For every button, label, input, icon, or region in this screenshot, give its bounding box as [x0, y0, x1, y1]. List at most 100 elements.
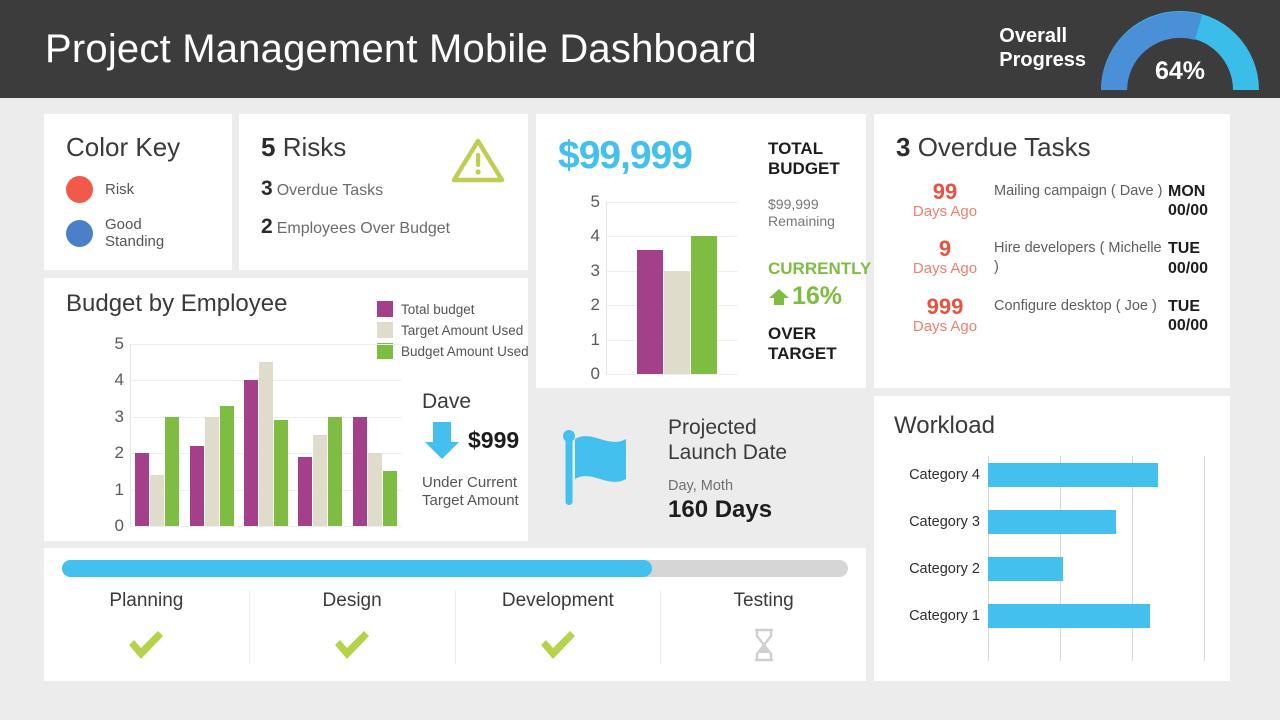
- total-budget-label-line2: BUDGET: [768, 158, 840, 178]
- budget-by-employee-card: Budget by Employee Total budget Target A…: [44, 278, 529, 541]
- overdue-due-day: TUE: [1168, 240, 1200, 258]
- workload-category-label: Category 1: [909, 608, 980, 624]
- workload-category-label: Category 2: [909, 561, 980, 577]
- check-icon: [44, 626, 249, 664]
- bar: [382, 471, 397, 526]
- callout-subtext-line2: Target Amount: [422, 492, 519, 510]
- phase-progress-track[interactable]: [62, 560, 848, 577]
- total-budget-amount: $99,999: [558, 134, 693, 177]
- risks-overdue-label: Overdue Tasks: [276, 182, 384, 199]
- callout-amount-row: $999: [422, 418, 552, 462]
- budget-callout: Dave $999 Under Current Target Amount: [422, 390, 552, 511]
- workload-bar: [988, 604, 1150, 628]
- flag-icon: [560, 427, 646, 514]
- over-target-label: OVER TARGET: [768, 324, 837, 363]
- legend-label-total-budget: Total budget: [401, 301, 475, 317]
- overdue-task-row[interactable]: 9 Days Ago Hire developers ( Michelle ) TUE…: [896, 237, 1230, 277]
- total-budget-chart: 5 4 3 2 1 0: [578, 192, 738, 383]
- overdue-days-label: Days Ago: [912, 317, 978, 335]
- budget-chart-y-axis: 5 4 3 2 1 0: [102, 334, 124, 535]
- overdue-task-name: Hire developers ( Michelle ): [994, 240, 1162, 276]
- bar: [204, 416, 219, 526]
- budget-chart-plot: [130, 344, 402, 527]
- overdue-days-label: Days Ago: [912, 203, 978, 221]
- y-tick-label: 2: [114, 443, 124, 463]
- risks-over-budget-count: 2: [261, 215, 273, 238]
- total-budget-y-axis: 5 4 3 2 1 0: [578, 192, 600, 383]
- bar-group: [352, 344, 397, 526]
- launch-title-line2: Launch Date: [668, 441, 788, 464]
- remaining-label: Remaining: [768, 213, 835, 230]
- over-target-percent: 16%: [792, 282, 843, 310]
- workload-card: Workload Category 4 Category 3 Category 2C…: [874, 396, 1230, 681]
- bar-group: [243, 344, 288, 526]
- overdue-due-day: MON: [1168, 183, 1206, 200]
- legend-swatch-target-amount-used: [377, 322, 393, 338]
- budget-by-employee-title: Budget by Employee: [66, 290, 288, 317]
- y-tick-label: 1: [590, 329, 600, 349]
- phase-label: Testing: [733, 590, 794, 611]
- launch-days: 160 Days: [668, 495, 773, 523]
- overdue-heading-text: Overdue Tasks: [917, 132, 1091, 162]
- overdue-days-group: 999 Days Ago: [896, 295, 994, 335]
- workload-category-label: Category 4: [909, 467, 980, 483]
- overdue-task-row[interactable]: 999 Days Ago Configure desktop ( Joe ) TUE 0…: [896, 295, 1230, 335]
- phase-label: Planning: [109, 590, 184, 611]
- total-budget-bars: [606, 202, 738, 374]
- overdue-due-day: TUE: [1168, 297, 1200, 315]
- budget-chart-bars: [130, 344, 402, 526]
- risks-row-over-budget: 2 Employees Over Budget: [261, 215, 528, 239]
- overdue-days-group: 9 Days Ago: [896, 237, 994, 277]
- overall-progress-label: Overall Progress: [999, 25, 1086, 72]
- bar-group: [189, 344, 234, 526]
- bar: [258, 362, 273, 526]
- callout-employee-name: Dave: [422, 390, 472, 413]
- bar: [298, 456, 313, 526]
- total-budget-card: $99,999 TOTAL BUDGET $99,999 Remaining C…: [536, 114, 871, 388]
- color-key-label-risk: Risk: [105, 180, 135, 198]
- overdue-rows-list: 99 Days Ago Mailing campaign ( Dave ) MON 00…: [896, 180, 1230, 335]
- overdue-task-name: Mailing campaign ( Dave ): [994, 183, 1163, 199]
- budget-by-employee-chart: 5 4 3 2 1 0: [102, 334, 402, 535]
- total-budget-remaining: $99,999 Remaining: [768, 196, 835, 230]
- phase-item[interactable]: Design: [250, 590, 456, 664]
- bar: [691, 236, 717, 374]
- projected-launch-text: Projected Launch Date Day, Moth 160 Days: [668, 416, 787, 523]
- callout-subtext-line1: Under Current: [422, 474, 518, 491]
- overall-progress-label-line1: Overall: [999, 25, 1068, 48]
- progress-gauge: 64%: [1100, 6, 1260, 92]
- phase-progress-fill: [62, 560, 652, 577]
- overdue-due-datenum: 00/00: [1168, 202, 1209, 220]
- overdue-due-datenum: 00/00: [1168, 259, 1209, 277]
- hourglass-icon: [661, 626, 866, 664]
- workload-bar-track: [988, 460, 1214, 490]
- workload-chart: Category 4 Category 3 Category 2 Category 1: [890, 456, 1214, 661]
- overdue-days-count: 99: [932, 179, 958, 204]
- y-tick-label: 0: [590, 364, 600, 383]
- legend-label-budget-amount-used: Budget Amount Used: [401, 343, 529, 359]
- color-key-item-good-standing: Good Standing: [66, 216, 232, 251]
- over-target-label-line2: TARGET: [768, 343, 837, 363]
- color-key-item-risk: Risk: [66, 176, 232, 203]
- phase-item[interactable]: Planning: [44, 590, 250, 664]
- risks-heading-text: Risks: [282, 132, 347, 162]
- check-icon: [456, 626, 661, 664]
- overdue-due-date: TUE 00/00: [1168, 237, 1230, 277]
- overdue-task-row[interactable]: 99 Days Ago Mailing campaign ( Dave ) MON 00…: [896, 180, 1230, 220]
- overall-progress-group: Overall Progress 64%: [999, 0, 1260, 98]
- bar: [273, 420, 288, 526]
- overdue-days-label: Days Ago: [912, 260, 978, 278]
- workload-category-label: Category 3: [909, 514, 980, 530]
- workload-row: Category 3: [890, 507, 1214, 537]
- total-budget-plot: [606, 202, 738, 375]
- bar-group: [637, 202, 663, 374]
- callout-amount: $999: [468, 426, 520, 453]
- bar: [313, 435, 328, 526]
- phase-label: Development: [501, 590, 614, 611]
- y-tick-label: 4: [590, 226, 600, 246]
- color-key-label-good-standing: Good Standing: [105, 216, 165, 251]
- gridline: [130, 526, 402, 527]
- phase-item[interactable]: Testing: [661, 590, 866, 664]
- phase-item[interactable]: Development: [456, 590, 662, 664]
- workload-bar-track: [988, 601, 1214, 631]
